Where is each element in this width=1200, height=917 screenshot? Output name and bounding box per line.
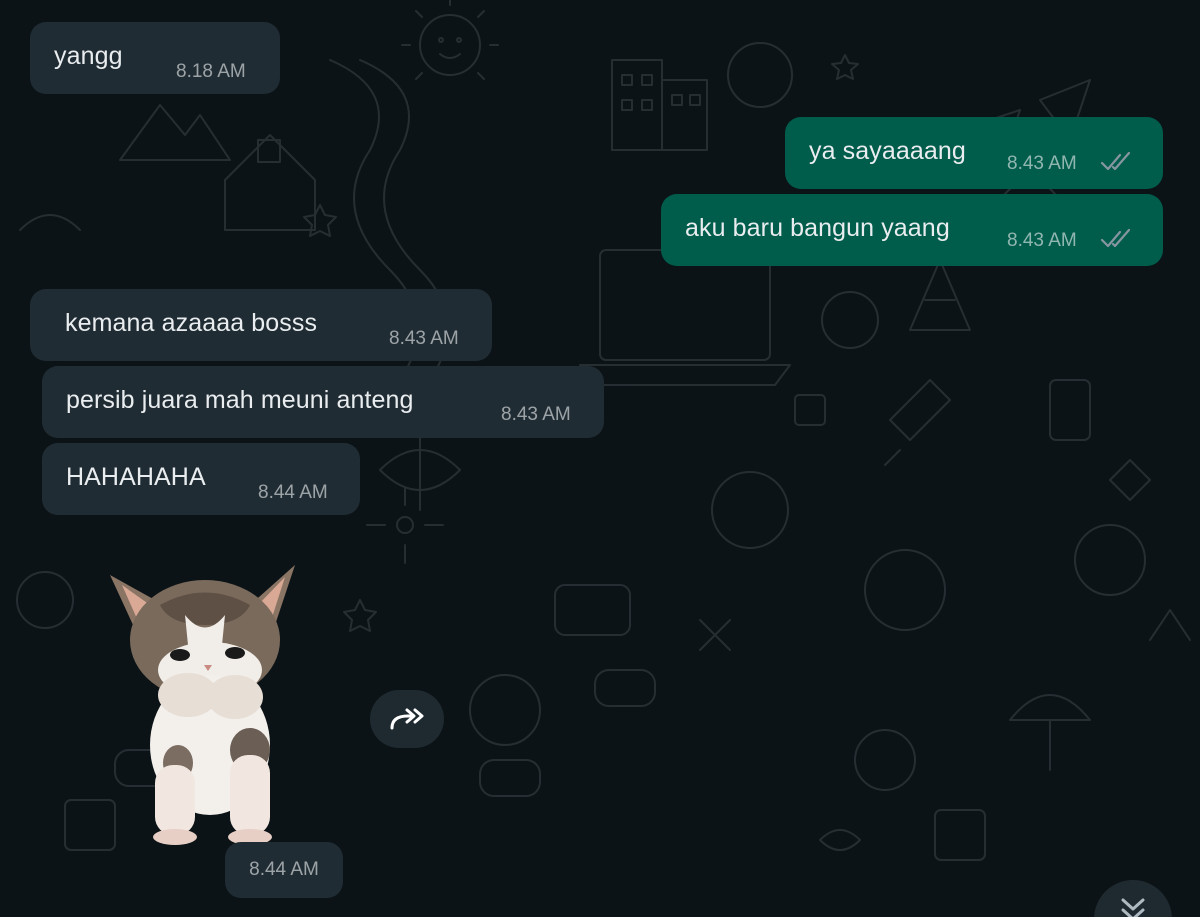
message-text: ya sayaaaang xyxy=(809,137,966,165)
message-text: aku baru bangun yaang xyxy=(685,214,950,242)
forward-icon xyxy=(390,708,424,730)
message-time: 8.43 AM xyxy=(501,404,571,425)
message-time: 8.44 AM xyxy=(258,482,328,503)
incoming-message[interactable]: kemana azaaaa bosss 8.43 AM xyxy=(30,289,492,361)
message-text: yangg xyxy=(54,42,123,70)
chevron-double-down-icon xyxy=(1121,898,1145,917)
message-time: 8.43 AM xyxy=(1007,230,1077,251)
message-time: 8.43 AM xyxy=(389,328,459,349)
message-time: 8.43 AM xyxy=(1007,153,1077,174)
dancing-kitten-sticker[interactable] xyxy=(100,545,305,845)
forward-button[interactable] xyxy=(370,690,444,748)
sticker-time: 8.44 AM xyxy=(225,842,343,898)
double-check-icon xyxy=(1100,228,1131,248)
incoming-message[interactable]: persib juara mah meuni anteng 8.43 AM xyxy=(42,366,604,438)
message-text: persib juara mah meuni anteng xyxy=(66,386,414,414)
chat-window: yangg 8.18 AM ya sayaaaang 8.43 AM aku b… xyxy=(0,0,1200,917)
outgoing-message[interactable]: aku baru bangun yaang 8.43 AM xyxy=(661,194,1163,266)
incoming-message[interactable]: yangg 8.18 AM xyxy=(30,22,280,94)
message-text: HAHAHAHA xyxy=(66,463,206,491)
message-time: 8.44 AM xyxy=(249,859,319,880)
message-text: kemana azaaaa bosss xyxy=(65,309,318,337)
double-check-icon xyxy=(1100,151,1131,171)
message-time: 8.18 AM xyxy=(176,61,246,82)
incoming-message[interactable]: HAHAHAHA 8.44 AM xyxy=(42,443,360,515)
outgoing-message[interactable]: ya sayaaaang 8.43 AM xyxy=(785,117,1163,189)
